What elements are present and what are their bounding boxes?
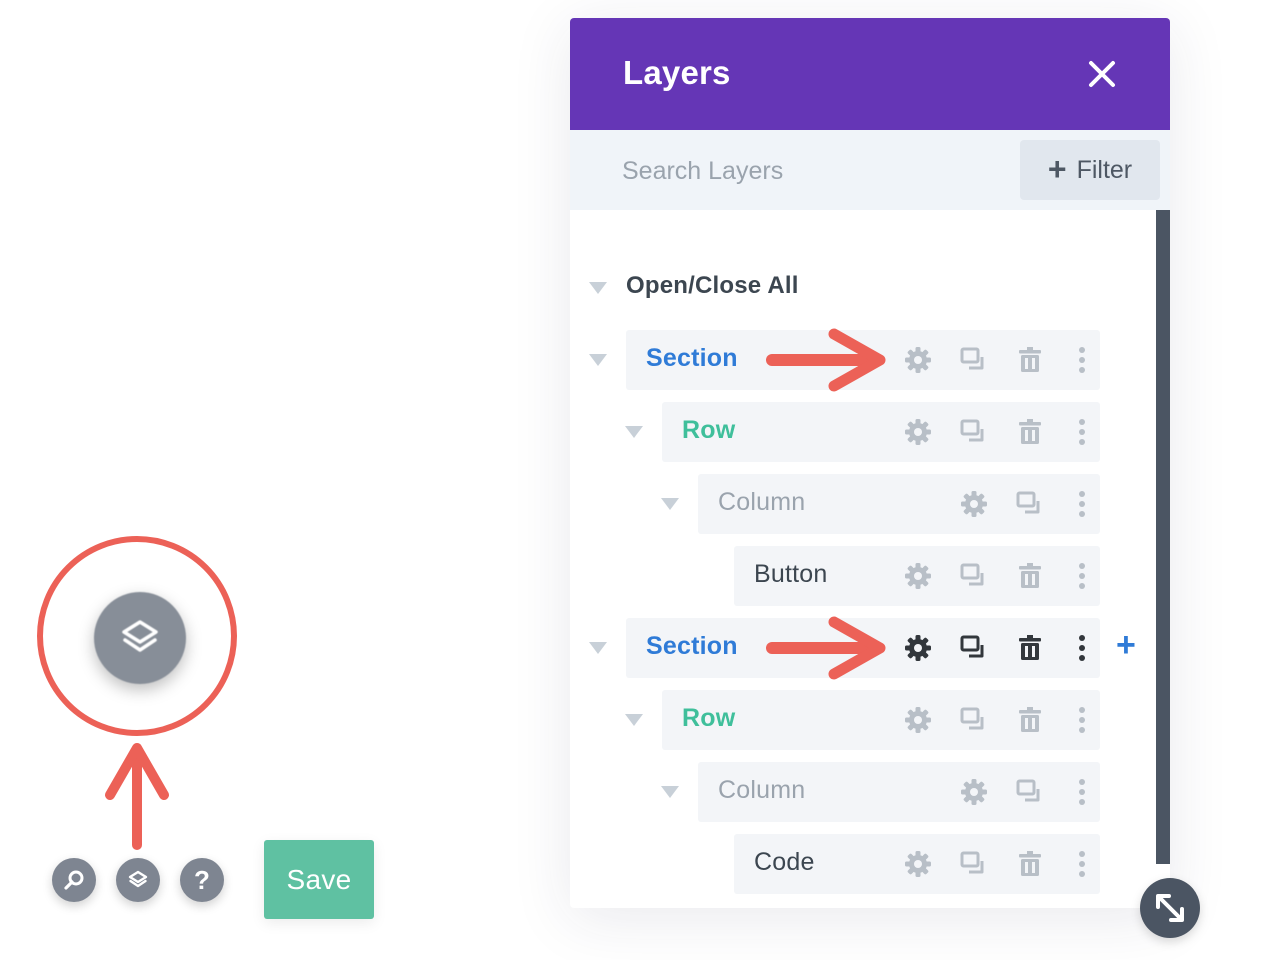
duplicate-icon[interactable] <box>958 416 990 448</box>
layer-actions <box>902 632 1088 664</box>
layer-label: Row <box>682 416 736 444</box>
gear-icon[interactable] <box>958 488 990 520</box>
gear-icon[interactable] <box>902 704 934 736</box>
more-vertical-icon[interactable] <box>1076 704 1088 736</box>
more-vertical-icon[interactable] <box>1076 560 1088 592</box>
resize-button[interactable] <box>1140 878 1200 938</box>
layer-module[interactable]: Code <box>734 834 1100 894</box>
layer-label: Row <box>682 704 736 732</box>
layers-button[interactable] <box>116 858 160 902</box>
trash-icon[interactable] <box>1014 344 1046 376</box>
more-vertical-icon[interactable] <box>1076 344 1088 376</box>
caret-down-icon[interactable] <box>589 354 607 366</box>
duplicate-icon[interactable] <box>958 344 990 376</box>
gear-icon[interactable] <box>902 632 934 664</box>
layer-section[interactable]: Section <box>626 618 1100 678</box>
search-icon <box>64 870 84 890</box>
plus-icon: + <box>1047 150 1067 187</box>
caret-down-icon[interactable] <box>661 498 679 510</box>
layer-row[interactable]: Row <box>662 690 1100 750</box>
duplicate-icon[interactable] <box>958 704 990 736</box>
filter-label: Filter <box>1076 155 1133 184</box>
more-vertical-icon[interactable] <box>1076 848 1088 880</box>
help-icon: ? <box>194 865 210 895</box>
duplicate-icon[interactable] <box>1014 776 1046 808</box>
layer-label: Code <box>754 848 815 876</box>
help-button[interactable]: ? <box>180 858 224 902</box>
search-bar: + Filter <box>570 130 1170 210</box>
duplicate-icon[interactable] <box>958 632 990 664</box>
layer-module[interactable]: Button <box>734 546 1100 606</box>
layers-icon <box>122 620 158 652</box>
layers-icon <box>128 870 148 888</box>
trash-icon[interactable] <box>1014 848 1046 880</box>
layer-section[interactable]: Section <box>626 330 1100 390</box>
layer-label: Column <box>718 488 806 516</box>
layers-button-zoomed <box>80 580 194 694</box>
close-icon[interactable] <box>1084 56 1120 92</box>
filter-button[interactable]: + Filter <box>1020 140 1160 200</box>
caret-down-icon[interactable] <box>589 642 607 654</box>
save-button[interactable]: Save <box>264 840 374 919</box>
layer-label: Column <box>718 776 806 804</box>
gear-icon[interactable] <box>958 776 990 808</box>
search-button[interactable] <box>52 858 96 902</box>
trash-icon[interactable] <box>1014 632 1046 664</box>
gear-icon[interactable] <box>902 344 934 376</box>
layer-actions <box>902 848 1088 880</box>
gear-icon[interactable] <box>902 560 934 592</box>
layer-actions <box>902 416 1088 448</box>
more-vertical-icon[interactable] <box>1076 488 1088 520</box>
duplicate-icon[interactable] <box>958 848 990 880</box>
open-close-all-toggle[interactable]: Open/Close All <box>626 272 799 300</box>
layer-actions <box>902 704 1088 736</box>
resize-arrows-icon <box>1156 894 1184 922</box>
layers-panel: Layers + Filter Open/Close All Section R… <box>570 18 1170 908</box>
layer-actions <box>958 776 1088 808</box>
panel-header: Layers <box>570 18 1170 130</box>
trash-icon[interactable] <box>1014 560 1046 592</box>
layer-row[interactable]: Row <box>662 402 1100 462</box>
layer-column[interactable]: Column <box>698 762 1100 822</box>
caret-down-icon[interactable] <box>625 714 643 726</box>
layer-actions <box>958 488 1088 520</box>
more-vertical-icon[interactable] <box>1076 416 1088 448</box>
caret-down-icon[interactable] <box>625 426 643 438</box>
gear-icon[interactable] <box>902 848 934 880</box>
caret-down-icon[interactable] <box>589 282 607 294</box>
layer-label: Section <box>646 344 738 372</box>
layer-label: Section <box>646 632 738 660</box>
search-layers-input[interactable] <box>620 150 1004 192</box>
panel-title: Layers <box>623 54 731 91</box>
trash-icon[interactable] <box>1014 416 1046 448</box>
layers-button-large[interactable] <box>94 592 186 684</box>
layer-column[interactable]: Column <box>698 474 1100 534</box>
layer-actions <box>902 344 1088 376</box>
add-module-icon[interactable]: + <box>1116 628 1136 662</box>
gear-icon[interactable] <box>902 416 934 448</box>
panel-scrollbar[interactable] <box>1156 210 1170 864</box>
caret-down-icon[interactable] <box>661 786 679 798</box>
more-vertical-icon[interactable] <box>1076 776 1088 808</box>
more-vertical-icon[interactable] <box>1076 632 1088 664</box>
annotation-arrow-up <box>105 743 169 850</box>
layer-actions <box>902 560 1088 592</box>
trash-icon[interactable] <box>1014 704 1046 736</box>
duplicate-icon[interactable] <box>958 560 990 592</box>
layer-label: Button <box>754 560 828 588</box>
duplicate-icon[interactable] <box>1014 488 1046 520</box>
